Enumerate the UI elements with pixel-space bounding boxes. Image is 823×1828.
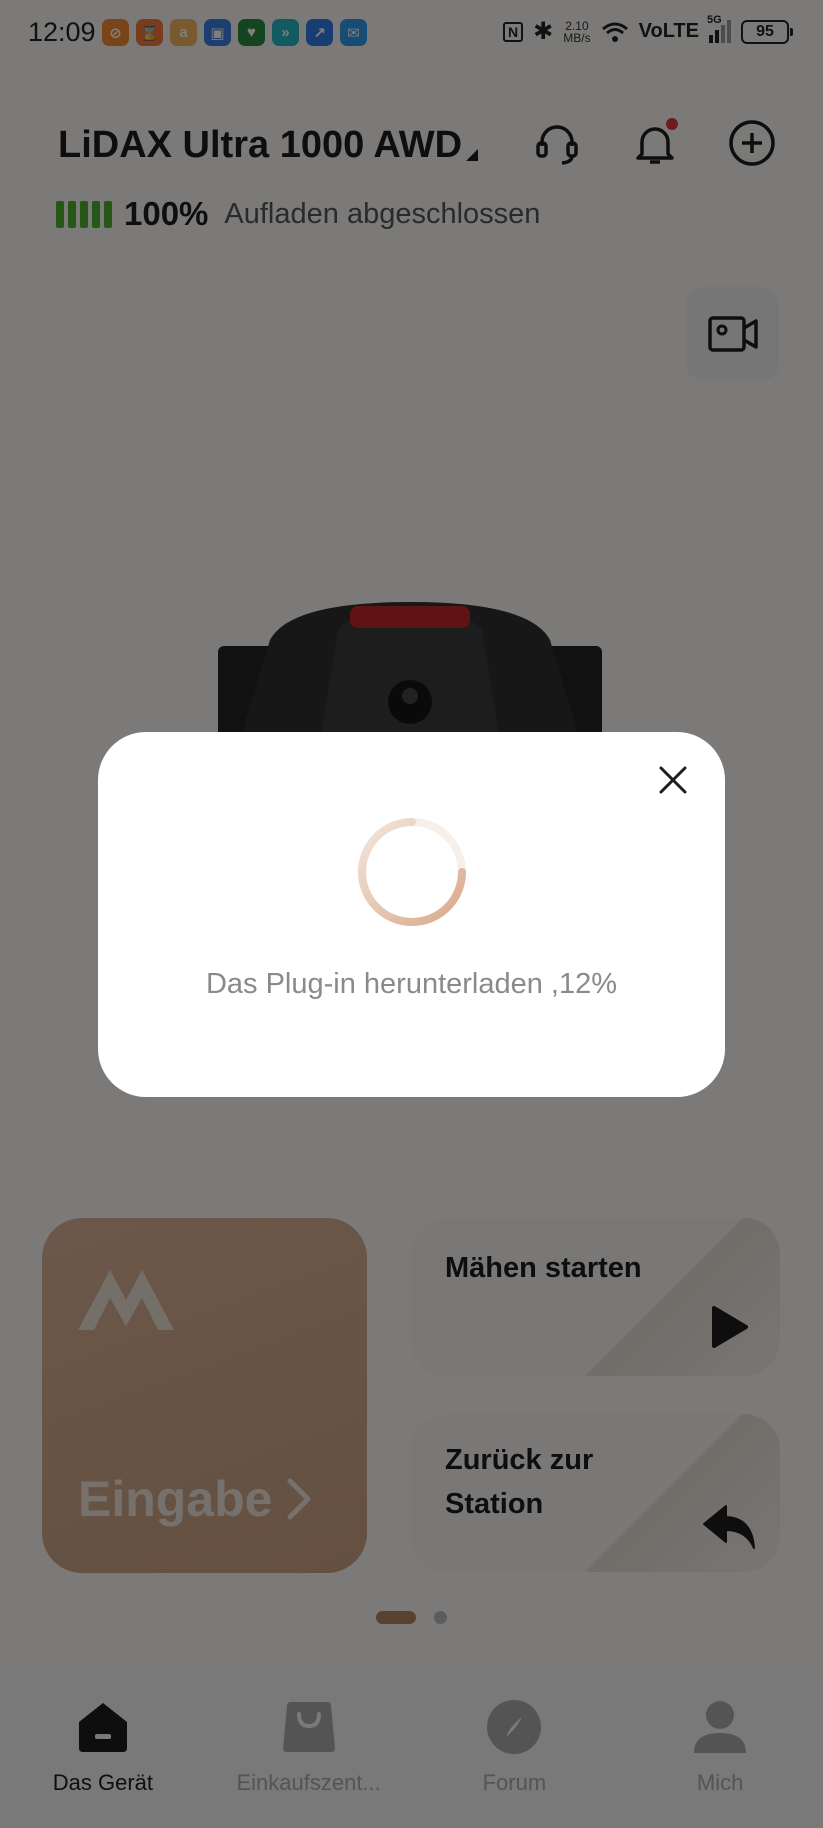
close-icon[interactable]	[655, 762, 691, 798]
loading-spinner	[358, 818, 466, 926]
download-progress-text: Das Plug-in herunterladen ,12%	[205, 968, 618, 1000]
plugin-download-dialog: Das Plug-in herunterladen ,12%	[98, 732, 725, 1097]
